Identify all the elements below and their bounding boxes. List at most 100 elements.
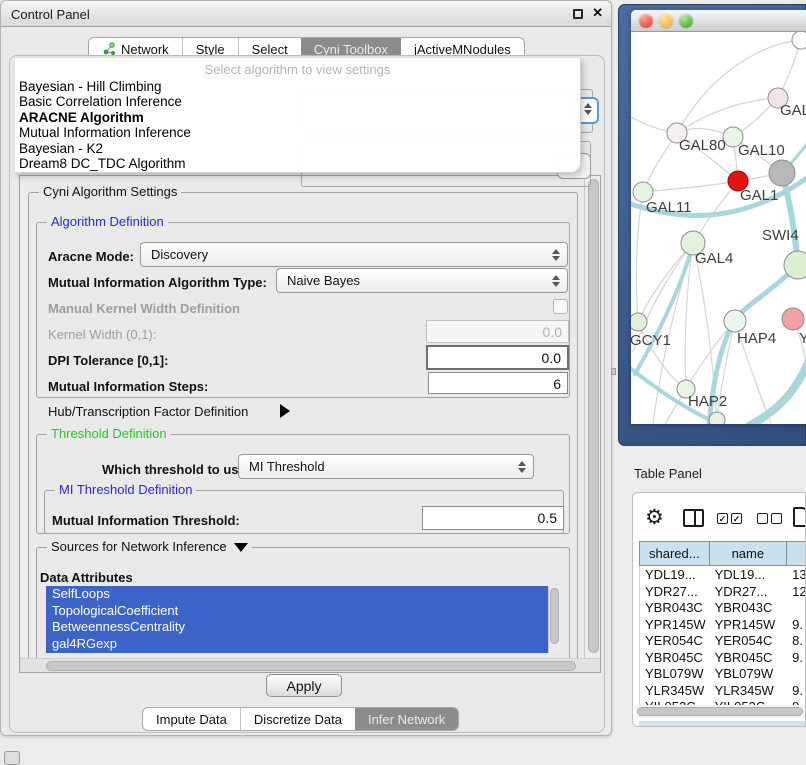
label-gal11: GAL11 xyxy=(646,199,692,216)
table-row[interactable]: YBL079W YBL079W xyxy=(640,665,806,682)
dropdown-item-mutual-information[interactable]: Mutual Information Inference xyxy=(15,125,580,140)
table-body[interactable]: YDL19... YDL19... 13 YDR27... YDR27... 1… xyxy=(639,566,806,705)
table-row[interactable]: YDR27... YDR27... 12 xyxy=(640,583,806,600)
node-gray[interactable] xyxy=(769,160,795,186)
cell-shared: YIL052C xyxy=(640,698,710,705)
dpi-tolerance-label: DPI Tolerance [0,1]: xyxy=(48,353,168,368)
float-panel-icon[interactable] xyxy=(573,9,583,19)
select-all-checks-icon[interactable]: ✓✓ xyxy=(717,513,742,524)
cell-name: YDL19... xyxy=(710,566,788,583)
table-panel-title: Table Panel xyxy=(634,466,702,481)
hub-definition-expander-label[interactable]: Hub/Transcription Factor Definition xyxy=(48,404,248,419)
corner-dock-icon[interactable] xyxy=(4,751,20,765)
table-row[interactable]: YDL19... YDL19... 13 xyxy=(640,566,806,583)
network-canvas[interactable]: GAL GAL80 GAL10 GAL1 GAL11 GAL4 SWI4 GCY… xyxy=(631,32,806,424)
attr-item-topologicalcoefficient[interactable]: TopologicalCoefficient xyxy=(46,603,548,620)
which-threshold-combo[interactable]: MI Threshold xyxy=(238,454,534,479)
mi-type-label: Mutual Information Algorithm Type: xyxy=(48,275,267,290)
settings-horizontal-scrollbar[interactable] xyxy=(20,658,601,673)
control-panel-titlebar[interactable]: Control Panel ✕ xyxy=(1,1,611,27)
gear-icon[interactable]: ⚙ xyxy=(645,505,664,530)
attr-item-gal4rgexp[interactable]: gal4RGexp xyxy=(46,636,548,653)
mi-type-combo[interactable]: Naive Bayes xyxy=(276,268,568,293)
table-row[interactable]: YIL052C YIL052C 9 xyxy=(640,698,806,705)
dropdown-item-bayesian-hill-climbing[interactable]: Bayesian - Hill Climbing xyxy=(15,79,580,94)
expander-arrow-right-icon[interactable] xyxy=(280,404,290,418)
panel-divider-handle[interactable] xyxy=(611,368,616,375)
cell-shared: YPR145W xyxy=(640,616,710,633)
split-columns-icon[interactable] xyxy=(683,509,704,527)
cell-value: 9. xyxy=(787,616,806,633)
cell-value: 13 xyxy=(787,566,806,583)
mac-minimize-button[interactable] xyxy=(659,14,673,28)
mac-close-button[interactable] xyxy=(639,14,653,28)
label-gal4: GAL4 xyxy=(695,250,733,267)
threshold-definition-title: Threshold Definition xyxy=(47,426,171,441)
settings-vscrollbar-thumb[interactable] xyxy=(588,179,599,653)
attr-item-selfloops[interactable]: SelfLoops xyxy=(46,586,548,603)
control-panel-window: Control Panel ✕ Network Style Select xyxy=(0,0,612,736)
dropdown-item-bayesian-k2[interactable]: Bayesian - K2 xyxy=(15,141,580,156)
column-header-name[interactable]: name xyxy=(710,542,788,565)
table-row[interactable]: YLR345W YLR345W 9. xyxy=(640,682,806,699)
node-unlabeled-bottom[interactable] xyxy=(709,412,725,424)
table-row[interactable]: YBR043C YBR043C xyxy=(640,599,806,616)
table-horizontal-scrollbar[interactable] xyxy=(635,705,805,718)
dropdown-item-dream8[interactable]: Dream8 DC_TDC Algorithm xyxy=(15,156,580,171)
column-header-clipped[interactable] xyxy=(787,542,806,565)
cyni-bottom-tabbar: Impute Data Discretize Data Infer Networ… xyxy=(142,707,459,731)
label-y: Y xyxy=(799,330,806,347)
cell-name: YDR27... xyxy=(710,583,788,600)
manual-kernel-checkbox[interactable] xyxy=(553,299,568,314)
attr-item-betweennesscentrality[interactable]: BetweennessCentrality xyxy=(46,619,548,636)
tab-infer-network[interactable]: Infer Network xyxy=(355,708,458,730)
kernel-width-field[interactable]: 0.0 xyxy=(426,320,569,343)
dpi-tolerance-field[interactable]: 0.0 xyxy=(426,345,569,370)
settings-hscrollbar-thumb[interactable] xyxy=(46,661,576,671)
close-panel-icon[interactable]: ✕ xyxy=(592,5,603,21)
label-gcy1: GCY1 xyxy=(631,332,671,349)
attributes-list-scrollbar[interactable] xyxy=(548,586,560,653)
dropdown-item-basic-correlation[interactable]: Basic Correlation Inference xyxy=(15,94,580,109)
attributes-scrollbar-thumb[interactable] xyxy=(550,588,559,644)
cell-shared: YBL079W xyxy=(640,665,710,682)
tab-impute-data-label: Impute Data xyxy=(156,712,227,727)
aracne-mode-combo[interactable]: Discovery xyxy=(140,242,568,267)
mi-threshold-field[interactable]: 0.5 xyxy=(422,506,564,530)
mac-zoom-button[interactable] xyxy=(679,14,693,28)
node-y[interactable] xyxy=(782,308,804,330)
label-swi4: SWI4 xyxy=(762,227,799,244)
settings-vertical-scrollbar[interactable] xyxy=(584,176,601,658)
document-icon[interactable] xyxy=(793,507,806,527)
network-window-titlebar[interactable] xyxy=(631,10,806,32)
data-attributes-list[interactable]: SelfLoops TopologicalCoefficient Between… xyxy=(46,586,548,653)
table-hscrollbar-thumb[interactable] xyxy=(637,707,803,716)
cell-shared: YER054C xyxy=(640,632,710,649)
manual-kernel-label: Manual Kernel Width Definition xyxy=(48,301,240,316)
apply-button[interactable]: Apply xyxy=(266,674,342,697)
label-hap2: HAP2 xyxy=(688,393,727,410)
mi-steps-label: Mutual Information Steps: xyxy=(48,379,208,394)
tab-impute-data[interactable]: Impute Data xyxy=(143,708,240,730)
mi-threshold-definition-title: MI Threshold Definition xyxy=(55,482,196,497)
table-row[interactable]: YPR145W YPR145W 9. xyxy=(640,616,806,633)
label-gal80: GAL80 xyxy=(679,137,726,154)
column-header-shared-name[interactable]: shared... xyxy=(640,542,710,565)
node-unlabeled-top[interactable] xyxy=(792,32,806,49)
table-row[interactable]: YER054C YER054C 8. xyxy=(640,632,806,649)
node-hap4[interactable] xyxy=(724,310,746,332)
deselect-all-checks-icon[interactable] xyxy=(757,513,782,524)
label-hap4: HAP4 xyxy=(737,330,776,347)
node-gcy1[interactable] xyxy=(631,313,647,331)
cell-name: YBL079W xyxy=(710,665,788,682)
data-attributes-label: Data Attributes xyxy=(40,570,133,585)
tab-discretize-data[interactable]: Discretize Data xyxy=(240,708,355,730)
app-root: Control Panel ✕ Network Style Select xyxy=(0,0,806,762)
table-row[interactable]: YBR045C YBR045C 9. xyxy=(640,649,806,666)
mi-steps-field[interactable]: 6 xyxy=(428,372,568,394)
cell-name: YBR045C xyxy=(710,649,788,666)
aracne-mode-label: Aracne Mode: xyxy=(48,249,134,264)
collapse-arrow-down-icon[interactable] xyxy=(234,543,248,552)
stepper-arrows-icon xyxy=(514,461,530,473)
dropdown-item-aracne[interactable]: ARACNE Algorithm xyxy=(15,110,580,125)
